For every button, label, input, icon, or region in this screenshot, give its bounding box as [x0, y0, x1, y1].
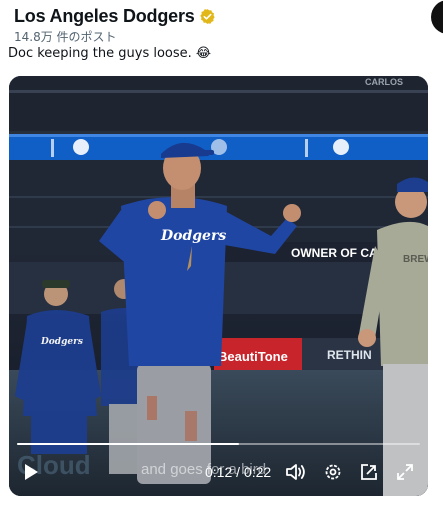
fullscreen-button[interactable] [393, 460, 417, 484]
account-name[interactable]: Los Angeles Dodgers [14, 6, 195, 27]
jersey-text: Dodgers [160, 228, 226, 244]
verified-badge-icon [199, 8, 215, 24]
settings-icon [325, 464, 341, 480]
pip-icon [361, 464, 377, 480]
account-header: Los Angeles Dodgers [14, 3, 216, 29]
progress-fill [17, 443, 239, 445]
board-right-text: RETHIN [327, 348, 372, 362]
laughing-emoji: 😂 [195, 46, 212, 61]
board-top-text: CARLOS [365, 77, 403, 87]
pip-button[interactable] [357, 460, 381, 484]
video-frame: CARLOS OWNER OF CANA BeautiTone RETHIN C… [9, 76, 428, 496]
time-display: 0:12 / 0:22 [205, 464, 272, 480]
video-controls: 0:12 / 0:22 [9, 458, 428, 486]
volume-icon [286, 464, 305, 480]
post-count: 14.8万 件のポスト [14, 30, 117, 44]
avatar[interactable] [431, 0, 443, 34]
video-player[interactable]: CARLOS OWNER OF CANA BeautiTone RETHIN C… [9, 76, 428, 496]
tweet-text-body: Doc keeping the guys loose. [8, 46, 192, 61]
play-icon [25, 464, 38, 480]
tweet-text: Doc keeping the guys loose. 😂 [8, 46, 211, 61]
board-brand-text: BeautiTone [218, 349, 288, 364]
svg-text:Dodgers: Dodgers [40, 337, 83, 347]
fullscreen-icon [397, 464, 413, 480]
play-button[interactable] [19, 460, 43, 484]
progress-scrubber[interactable] [17, 443, 420, 445]
settings-button[interactable] [321, 460, 345, 484]
shirt-text: BREW BAS [403, 254, 428, 265]
volume-button[interactable] [284, 460, 308, 484]
